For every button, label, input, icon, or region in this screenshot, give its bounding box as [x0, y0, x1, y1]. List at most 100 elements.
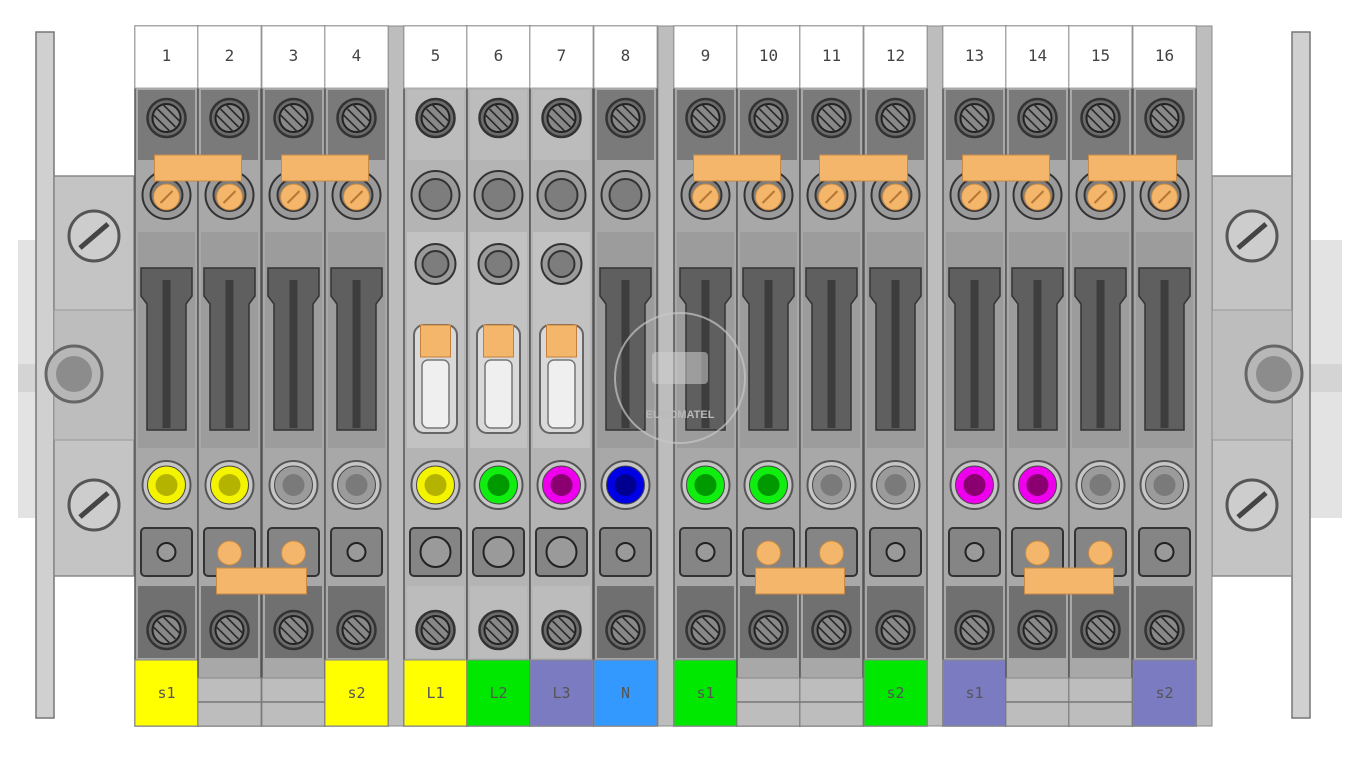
terminal-number: 4 — [352, 46, 362, 65]
bridge-pin — [1025, 540, 1050, 566]
bridge-socket-inner — [481, 178, 516, 212]
terminal-number: 10 — [759, 46, 778, 65]
terminal-10: 10 — [736, 25, 801, 727]
test-socket-inner — [827, 280, 836, 428]
lower-socket-hole — [695, 542, 716, 562]
terminal-label: L2 — [489, 684, 507, 702]
terminal-number: 6 — [494, 46, 504, 65]
fuse-contact-inner — [484, 250, 513, 278]
terminal-1: 1 s1 — [134, 25, 199, 727]
terminal-number: 11 — [822, 46, 841, 65]
bridge-pin — [1088, 540, 1113, 566]
fuse-cap — [483, 324, 514, 358]
led-center — [218, 474, 241, 496]
led-center — [963, 474, 986, 496]
terminal-number: 13 — [965, 46, 984, 65]
bridge-socket-inner — [544, 178, 579, 212]
terminal-14: 14 — [1005, 25, 1070, 727]
lower-socket-hole — [615, 542, 636, 562]
terminal-16: 16 s2 — [1132, 25, 1197, 727]
bottom-bridge-2-3 — [216, 567, 307, 595]
terminal-number: 12 — [886, 46, 905, 65]
fuse-cap — [546, 324, 577, 358]
led-center — [345, 474, 368, 496]
terminal-label: s2 — [347, 684, 365, 702]
terminal-label: s2 — [886, 684, 904, 702]
end-bracket-left — [35, 31, 135, 719]
led-center — [550, 474, 573, 496]
terminal-number: 9 — [701, 46, 711, 65]
terminal-number: 15 — [1091, 46, 1110, 65]
fuse-glass — [547, 359, 576, 429]
terminal-2: 2 — [197, 25, 262, 727]
bottom-bridge-10-11 — [755, 567, 845, 595]
bridge-socket-inner — [418, 178, 453, 212]
led-center — [487, 474, 510, 496]
led-center — [155, 474, 178, 496]
terminal-7: 7 L3 — [529, 25, 594, 727]
lower-socket-hole — [482, 536, 515, 568]
test-socket-inner — [1096, 280, 1105, 428]
end-bracket-right — [1211, 31, 1311, 719]
led-center — [1026, 474, 1049, 496]
top-bridge-9-10 — [693, 154, 781, 182]
group-divider-3 — [926, 25, 944, 727]
terminal-number: 2 — [225, 46, 235, 65]
test-socket-inner — [225, 280, 234, 428]
test-socket-inner — [970, 280, 979, 428]
fuse-contact-inner — [421, 250, 450, 278]
bridge-pin — [281, 540, 306, 566]
led-center — [1153, 474, 1176, 496]
terminal-number: 1 — [162, 46, 172, 65]
led-center — [884, 474, 907, 496]
lower-socket-hole — [545, 536, 578, 568]
test-socket-inner — [764, 280, 773, 428]
lower-socket-hole — [346, 542, 367, 562]
top-bridge-11-12 — [819, 154, 908, 182]
test-socket-inner — [891, 280, 900, 428]
terminal-number: 14 — [1028, 46, 1047, 65]
terminal-number: 8 — [621, 46, 631, 65]
bracket-hole-inner — [56, 356, 92, 392]
terminal-label: s1 — [965, 684, 983, 702]
terminal-8: 8N — [593, 25, 658, 727]
terminal-number: 7 — [557, 46, 567, 65]
group-divider-4 — [1195, 25, 1213, 727]
led-center — [1089, 474, 1112, 496]
top-bridge-3-4 — [281, 154, 369, 182]
fuse-glass — [484, 359, 513, 429]
lower-socket-hole — [964, 542, 985, 562]
terminal-11: 11 — [799, 25, 864, 727]
terminal-number: 3 — [289, 46, 299, 65]
terminal-12: 12 s2 — [863, 25, 928, 727]
test-socket-inner — [1033, 280, 1042, 428]
terminal-3: 3 — [261, 25, 326, 727]
terminal-label: s2 — [1155, 684, 1173, 702]
terminal-label: L3 — [552, 684, 570, 702]
bracket-hole-inner — [1256, 356, 1292, 392]
led-center — [424, 474, 447, 496]
terminal-4: 4 s2 — [324, 25, 389, 727]
terminal-number: 16 — [1155, 46, 1174, 65]
led-center — [820, 474, 843, 496]
bridge-socket-inner — [608, 178, 643, 212]
watermark-text: EUROMATEL — [646, 409, 715, 421]
bridge-pin — [819, 540, 844, 566]
terminal-15: 15 — [1068, 25, 1133, 727]
terminal-5: 5 L1 — [403, 25, 468, 727]
test-socket-inner — [162, 280, 171, 428]
lower-socket-hole — [419, 536, 452, 568]
terminal-label: s1 — [157, 684, 175, 702]
lower-socket-hole — [885, 542, 906, 562]
led-center — [694, 474, 717, 496]
terminal-label: s1 — [696, 684, 714, 702]
test-socket-inner — [1160, 280, 1169, 428]
test-socket-inner — [352, 280, 361, 428]
terminal-block-diagram: 1 s1 2 3 4 s2 5L1 6 L2 7 L3 8N 9 s1 10 11 12 s2 13 s1 14 15 16… — [18, 25, 1342, 727]
led-center — [282, 474, 305, 496]
terminal-6: 6 L2 — [466, 25, 531, 727]
group-divider-1 — [387, 25, 405, 727]
test-socket-inner — [289, 280, 298, 428]
terminal-label: L1 — [426, 684, 444, 702]
lower-socket-hole — [1154, 542, 1175, 562]
